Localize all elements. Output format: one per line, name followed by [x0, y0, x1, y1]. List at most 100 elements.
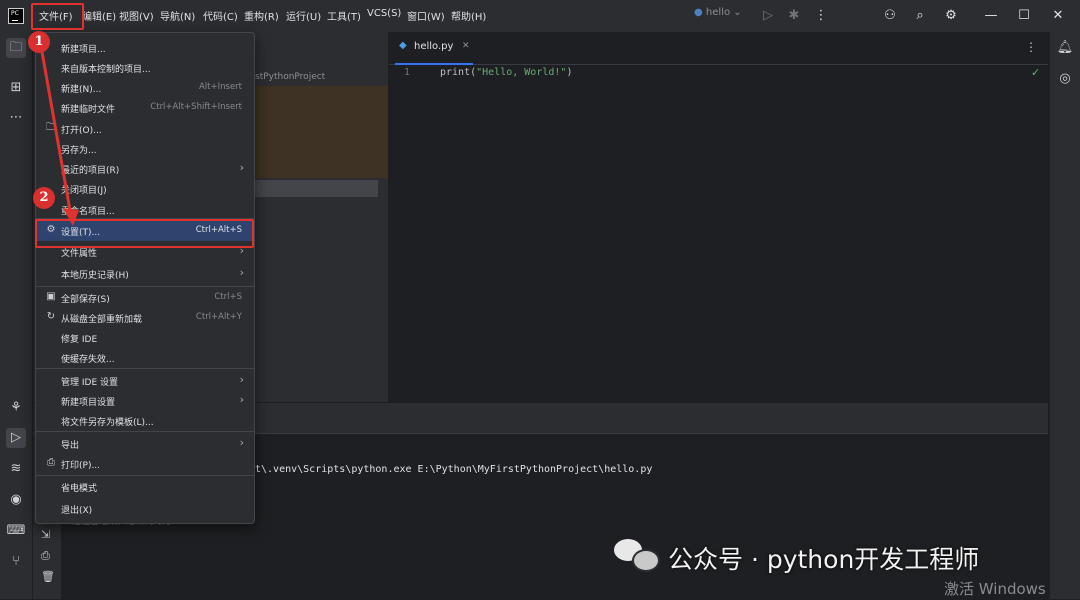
trash-icon[interactable]: 🗑︎ — [41, 570, 55, 583]
python-file-icon: ◆ — [399, 40, 407, 51]
run-config-selector[interactable]: ● hello ⌄ — [694, 7, 742, 25]
print-icon: ⎙ — [47, 457, 55, 468]
editor-tab-bar: ◆ hello.py ✕ ⋮ — [389, 32, 1048, 65]
wechat-logo — [612, 535, 660, 573]
menu-item-label: 新建项目设置 — [61, 398, 116, 408]
pycharm-logo-icon[interactable]: PC — [8, 8, 24, 24]
layers-icon[interactable]: ≋ — [6, 459, 26, 479]
menu-separator — [36, 475, 254, 476]
menu-item-label: 全部保存(S) — [61, 295, 110, 305]
reload-icon: ↻ — [46, 311, 56, 322]
search-icon[interactable]: ⌕ — [910, 6, 930, 26]
highlight-file-menu — [31, 3, 84, 30]
menu-separator — [36, 431, 254, 432]
menu-tools[interactable]: 工具(T) — [327, 8, 361, 23]
project-tree-row-selected[interactable] — [253, 180, 378, 197]
close-icon[interactable]: ✕ — [1048, 6, 1068, 26]
git-icon[interactable]: ⑂ — [6, 552, 26, 572]
menu-item-shortcut: Ctrl+Alt+Shift+Insert — [150, 102, 242, 112]
file-menu-item[interactable]: ▣ 全部保存(S) Ctrl+S — [36, 288, 254, 308]
project-root-highlight — [253, 86, 388, 178]
file-menu-item[interactable]: 将文件另存为模板(L)... — [36, 411, 254, 431]
chevron-down-icon: ⌄ — [733, 7, 742, 18]
menu-code[interactable]: 代码(C) — [203, 8, 238, 23]
watermark-text: 公众号 · python开发工程师 — [668, 545, 980, 574]
more-vert-icon[interactable]: ⋮ — [811, 6, 831, 26]
chevron-right-icon: › — [239, 393, 244, 406]
menu-separator — [36, 368, 254, 369]
menu-item-label: 使缓存失效... — [61, 355, 115, 365]
services-icon[interactable]: ◉ — [6, 490, 26, 510]
chevron-right-icon: › — [239, 436, 244, 449]
menu-item-label: 省电模式 — [61, 484, 98, 494]
chevron-right-icon: › — [239, 373, 244, 386]
menu-edit[interactable]: 编辑(E) — [82, 8, 116, 23]
menu-item-shortcut: Ctrl+Alt+Y — [195, 312, 242, 322]
tab-label: hello.py — [414, 41, 454, 52]
menu-run[interactable]: 运行(U) — [286, 8, 321, 23]
file-menu-item[interactable]: 新建项目设置 › — [36, 391, 254, 411]
notifications-icon[interactable]: 🔔︎ — [1055, 38, 1075, 58]
file-menu-item[interactable]: ↻ 从磁盘全部重新加载 Ctrl+Alt+Y — [36, 308, 254, 328]
more-horiz-icon[interactable]: ⋯ — [6, 108, 26, 128]
tab-hello-py[interactable]: ◆ hello.py ✕ — [395, 32, 473, 65]
menu-item-label: 退出(X) — [61, 506, 93, 516]
settings-icon[interactable]: ⚙ — [941, 6, 961, 26]
right-tool-strip: 🔔︎ ◎ — [1049, 32, 1080, 599]
run-command-output: t\.venv\Scripts\python.exe E:\Python\MyF… — [255, 464, 653, 475]
line-number: 1 — [404, 67, 411, 78]
menu-item-label: 打印(P)... — [61, 461, 101, 471]
more-vert-icon[interactable]: ⋮ — [1025, 40, 1037, 54]
menu-item-label: 修复 IDE — [61, 335, 98, 345]
project-path-label: stPythonProject — [255, 72, 326, 82]
callout-2: 2 — [33, 187, 55, 209]
save-icon: ▣ — [46, 291, 56, 302]
play-icon[interactable]: ▷ — [758, 6, 778, 26]
menu-item-label: 将文件另存为模板(L)... — [61, 418, 154, 428]
file-menu-item[interactable]: 修复 IDE — [36, 328, 254, 348]
structure-icon[interactable]: ⊞ — [6, 78, 26, 98]
menu-separator — [36, 286, 254, 287]
folder-icon[interactable]: 🗀 — [6, 38, 26, 58]
file-menu-item[interactable]: ⎙ 打印(P)... — [36, 454, 254, 474]
minimize-icon[interactable]: — — [981, 6, 1001, 26]
python-config-icon: ● — [694, 7, 703, 18]
activate-windows-text: 激活 Windows — [944, 580, 1046, 598]
file-menu-item[interactable]: 导出 › — [36, 434, 254, 454]
menu-item-shortcut: Alt+Insert — [198, 82, 242, 92]
menu-help[interactable]: 帮助(H) — [451, 8, 486, 23]
tab-close-icon[interactable]: ✕ — [462, 41, 470, 51]
inspection-ok-icon: ✓ — [1031, 66, 1041, 79]
print-icon[interactable]: ⎙ — [41, 549, 50, 563]
file-menu-item[interactable]: 退出(X) — [36, 499, 254, 519]
soft-wrap-icon[interactable]: ⇲ — [41, 528, 50, 541]
file-menu-item[interactable]: 省电模式 — [36, 477, 254, 497]
terminal-icon[interactable]: ⌨ — [6, 521, 26, 541]
menu-item-label: 管理 IDE 设置 — [61, 378, 118, 388]
menu-navigate[interactable]: 导航(N) — [160, 8, 195, 23]
menu-vcs[interactable]: VCS(S) — [367, 8, 401, 19]
run-config-label: hello — [705, 7, 731, 18]
menu-item-shortcut: Ctrl+S — [214, 292, 242, 302]
left-tool-strip: 🗀 ⊞ ⋯ ⚘ ▷ ≋ ◉ ⌨ ⑂ — [0, 32, 33, 599]
ai-assistant-icon[interactable]: ◎ — [1055, 69, 1075, 89]
menu-view[interactable]: 视图(V) — [119, 8, 154, 23]
chevron-right-icon: › — [239, 266, 244, 279]
run-icon[interactable]: ▷ — [6, 428, 26, 448]
code-line[interactable]: print("Hello, World!") — [440, 67, 572, 78]
editor-area[interactable] — [389, 32, 1048, 402]
add-user-icon[interactable]: ⚇ — [880, 6, 900, 26]
callout-1: 1 — [28, 31, 50, 53]
menu-refactor[interactable]: 重构(R) — [244, 8, 279, 23]
file-menu-item[interactable]: 本地历史记录(H) › — [36, 264, 254, 284]
file-menu-item[interactable]: 使缓存失效... — [36, 348, 254, 368]
title-bar: PC 文件(F) 编辑(E) 视图(V) 导航(N) 代码(C) 重构(R) 运… — [0, 0, 1080, 33]
menu-window[interactable]: 窗口(W) — [407, 8, 445, 23]
python-console-icon[interactable]: ⚘ — [6, 398, 26, 418]
file-menu-item[interactable]: 管理 IDE 设置 › — [36, 371, 254, 391]
menu-item-label: 本地历史记录(H) — [61, 271, 129, 281]
menu-item-label: 导出 — [61, 441, 80, 451]
maximize-icon[interactable]: ☐ — [1014, 6, 1034, 26]
debug-icon[interactable]: ✱ — [784, 6, 804, 26]
chevron-right-icon: › — [239, 161, 244, 174]
